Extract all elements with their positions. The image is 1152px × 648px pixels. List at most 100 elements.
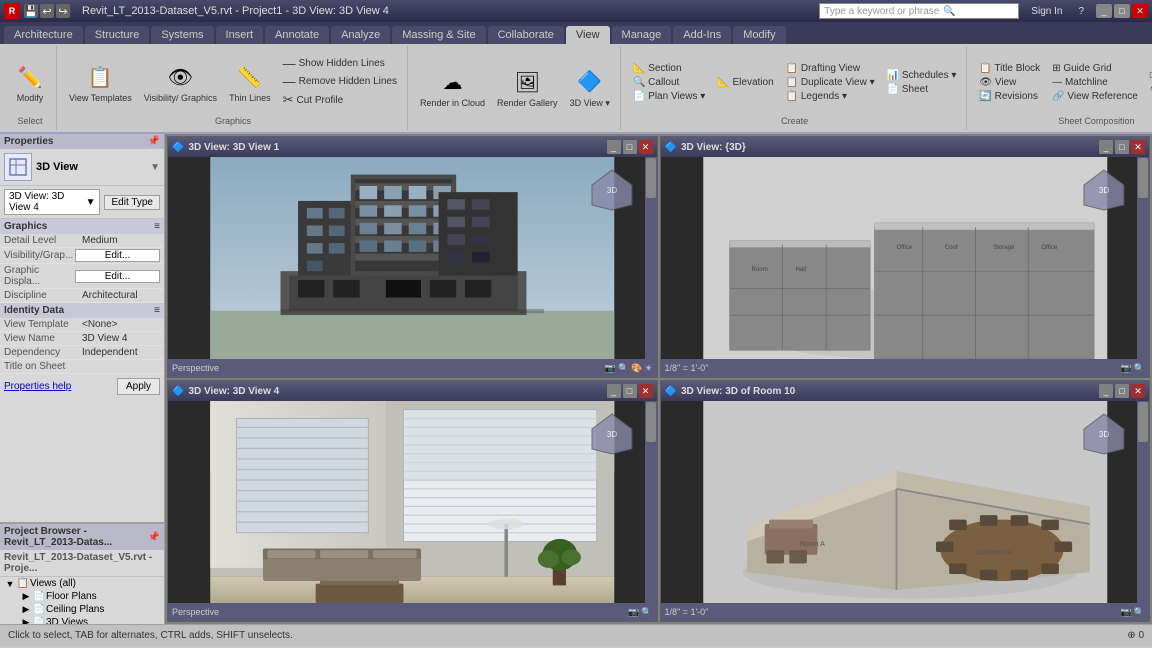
tab-collaborate[interactable]: Collaborate	[488, 26, 564, 44]
tab-insert[interactable]: Insert	[216, 26, 264, 44]
apply-btn[interactable]: Apply	[117, 378, 160, 395]
minimize-btn[interactable]: _	[1096, 4, 1112, 18]
tab-structure[interactable]: Structure	[85, 26, 150, 44]
tree-ceiling-plans[interactable]: ▶ 📄 Ceiling Plans	[0, 603, 164, 616]
undo-btn[interactable]: ↩	[40, 4, 54, 18]
viewport-1[interactable]: 🔷 3D View: 3D View 1 _ □ ✕	[167, 136, 658, 378]
vp3-close[interactable]: ✕	[639, 384, 653, 398]
tree-floor-plans[interactable]: ▶ 📄 Floor Plans	[0, 590, 164, 603]
vp2-scrollbar[interactable]	[1137, 157, 1149, 359]
tab-annotate[interactable]: Annotate	[265, 26, 329, 44]
matchline-btn[interactable]: — Matchline	[1048, 76, 1142, 89]
show-hidden-lines-btn[interactable]: — Show Hidden Lines	[279, 55, 401, 72]
section-btn[interactable]: 📐 Section	[629, 62, 709, 75]
tree-3d-views[interactable]: ▶ 📄 3D Views	[0, 616, 164, 624]
expand-3d-views[interactable]: ▶	[20, 617, 32, 624]
expand-ceiling-plans[interactable]: ▶	[20, 604, 32, 615]
maximize-btn[interactable]: □	[1114, 4, 1130, 18]
revisions-btn[interactable]: 🔄 Revisions	[975, 90, 1044, 103]
close-btn[interactable]: ✕	[1132, 4, 1148, 18]
vp3-scrollbar-thumb[interactable]	[646, 402, 656, 442]
vp4-camera-icon[interactable]: 📷	[1121, 607, 1132, 618]
vp2-maximize[interactable]: □	[1115, 140, 1129, 154]
redo-btn[interactable]: ↪	[56, 4, 70, 18]
sign-in-btn[interactable]: Sign In	[1027, 6, 1066, 17]
schedules-btn[interactable]: 📊 Schedules ▾	[883, 69, 961, 82]
help-btn[interactable]: ?	[1074, 6, 1088, 17]
vp2-minimize[interactable]: _	[1099, 140, 1113, 154]
drafting-view-btn[interactable]: 📋 Drafting View	[782, 62, 879, 75]
vp4-maximize[interactable]: □	[1115, 384, 1129, 398]
quick-access-btn[interactable]: 💾	[24, 4, 38, 18]
tab-architecture[interactable]: Architecture	[4, 26, 83, 44]
vp1-sun-icon[interactable]: ☀	[644, 363, 652, 374]
tab-analyze[interactable]: Analyze	[331, 26, 390, 44]
search-box[interactable]: Type a keyword or phrase 🔍	[819, 3, 1019, 19]
vp2-camera-icon[interactable]: 📷	[1121, 363, 1132, 374]
vp1-scrollbar[interactable]	[645, 157, 657, 359]
vp4-zoom-icon[interactable]: 🔍	[1134, 607, 1145, 618]
render-cloud-btn[interactable]: ☁ Render in Cloud	[416, 64, 489, 110]
legends-btn[interactable]: 📋 Legends ▾	[782, 90, 879, 103]
remove-hidden-lines-btn[interactable]: — Remove Hidden Lines	[279, 73, 401, 90]
vp4-scrollbar-thumb[interactable]	[1138, 402, 1148, 442]
graphic-display-btn[interactable]: Edit...	[75, 270, 160, 283]
vp3-camera-icon[interactable]: 📷	[628, 607, 639, 618]
title-block-btn[interactable]: 📋 Title Block	[975, 62, 1044, 75]
edit-type-btn[interactable]: Edit Type	[104, 195, 160, 210]
vp1-maximize[interactable]: □	[623, 140, 637, 154]
identity-collapse[interactable]: ≡	[154, 305, 160, 316]
view-templates-btn[interactable]: 📋 View Templates	[65, 59, 136, 105]
tree-views-all[interactable]: ▼ 📋 Views (all)	[0, 577, 164, 590]
vp4-nav-cube[interactable]: 3D	[1079, 409, 1129, 459]
vp1-scrollbar-thumb[interactable]	[646, 158, 656, 198]
vp4-close[interactable]: ✕	[1131, 384, 1145, 398]
vp3-zoom-icon[interactable]: 🔍	[641, 607, 652, 618]
viewport-2[interactable]: 🔷 3D View: {3D} _ □ ✕	[660, 136, 1151, 378]
vp1-render-icon[interactable]: 🎨	[631, 363, 642, 374]
modify-btn[interactable]: ✏️ Modify	[10, 59, 50, 105]
tab-manage[interactable]: Manage	[612, 26, 672, 44]
render-gallery-btn[interactable]: 🖼 Render Gallery	[493, 64, 562, 110]
vp2-scrollbar-thumb[interactable]	[1138, 158, 1148, 198]
sheet-btn[interactable]: 📄 Sheet	[883, 83, 961, 96]
vp4-scrollbar[interactable]	[1137, 401, 1149, 603]
vp2-nav-cube[interactable]: 3D	[1079, 165, 1129, 215]
tab-view[interactable]: View	[566, 26, 610, 44]
duplicate-view-btn[interactable]: 📋 Duplicate View ▾	[782, 76, 879, 89]
view-dropdown[interactable]: 3D View: 3D View 4 ▼	[4, 189, 100, 215]
vp3-minimize[interactable]: _	[607, 384, 621, 398]
visibility-graphics-btn[interactable]: 👁 Visibility/ Graphics	[140, 59, 221, 105]
expand-floor-plans[interactable]: ▶	[20, 591, 32, 602]
vp3-scrollbar[interactable]	[645, 401, 657, 603]
vp2-close[interactable]: ✕	[1131, 140, 1145, 154]
scope-box-btn[interactable]: □ Scope Box	[1146, 69, 1152, 82]
properties-help-link[interactable]: Properties help	[4, 381, 71, 392]
expand-views-all[interactable]: ▼	[4, 579, 16, 589]
vp1-nav-cube[interactable]: 3D	[587, 165, 637, 215]
cut-profile-btn[interactable]: ✂ Cut Profile	[279, 91, 401, 109]
project-browser-pin[interactable]: 📌	[148, 532, 160, 543]
viewpoints-btn[interactable]: 👁 Viewpoints	[1146, 83, 1152, 96]
viewport-3[interactable]: 🔷 3D View: 3D View 4 _ □ ✕	[167, 380, 658, 622]
vp2-zoom-icon[interactable]: 🔍	[1134, 363, 1145, 374]
tab-systems[interactable]: Systems	[151, 26, 213, 44]
visibility-edit-btn[interactable]: Edit...	[75, 249, 160, 262]
3d-view-btn[interactable]: 🔷 3D View ▾	[566, 64, 614, 111]
view-sc-btn[interactable]: 👁 View	[975, 76, 1044, 89]
viewport-4[interactable]: 🔷 3D View: 3D of Room 10 _ □ ✕	[660, 380, 1151, 622]
vp3-maximize[interactable]: □	[623, 384, 637, 398]
properties-pin[interactable]: 📌	[148, 136, 160, 147]
prop-dropdown-arrow[interactable]: ▼	[150, 162, 160, 173]
vp4-minimize[interactable]: _	[1099, 384, 1113, 398]
thin-lines-btn[interactable]: 📏 Thin Lines	[225, 59, 275, 105]
tab-massing[interactable]: Massing & Site	[392, 26, 485, 44]
view-reference-btn[interactable]: 🔗 View Reference	[1048, 90, 1142, 103]
tab-addins[interactable]: Add-Ins	[673, 26, 731, 44]
vp1-close[interactable]: ✕	[639, 140, 653, 154]
guide-grid-btn[interactable]: ⊞ Guide Grid	[1048, 62, 1142, 75]
elevation-btn[interactable]: 📐 Elevation	[713, 76, 777, 89]
vp3-nav-cube[interactable]: 3D	[587, 409, 637, 459]
vp1-camera-icon[interactable]: 📷	[605, 363, 616, 374]
vp1-minimize[interactable]: _	[607, 140, 621, 154]
